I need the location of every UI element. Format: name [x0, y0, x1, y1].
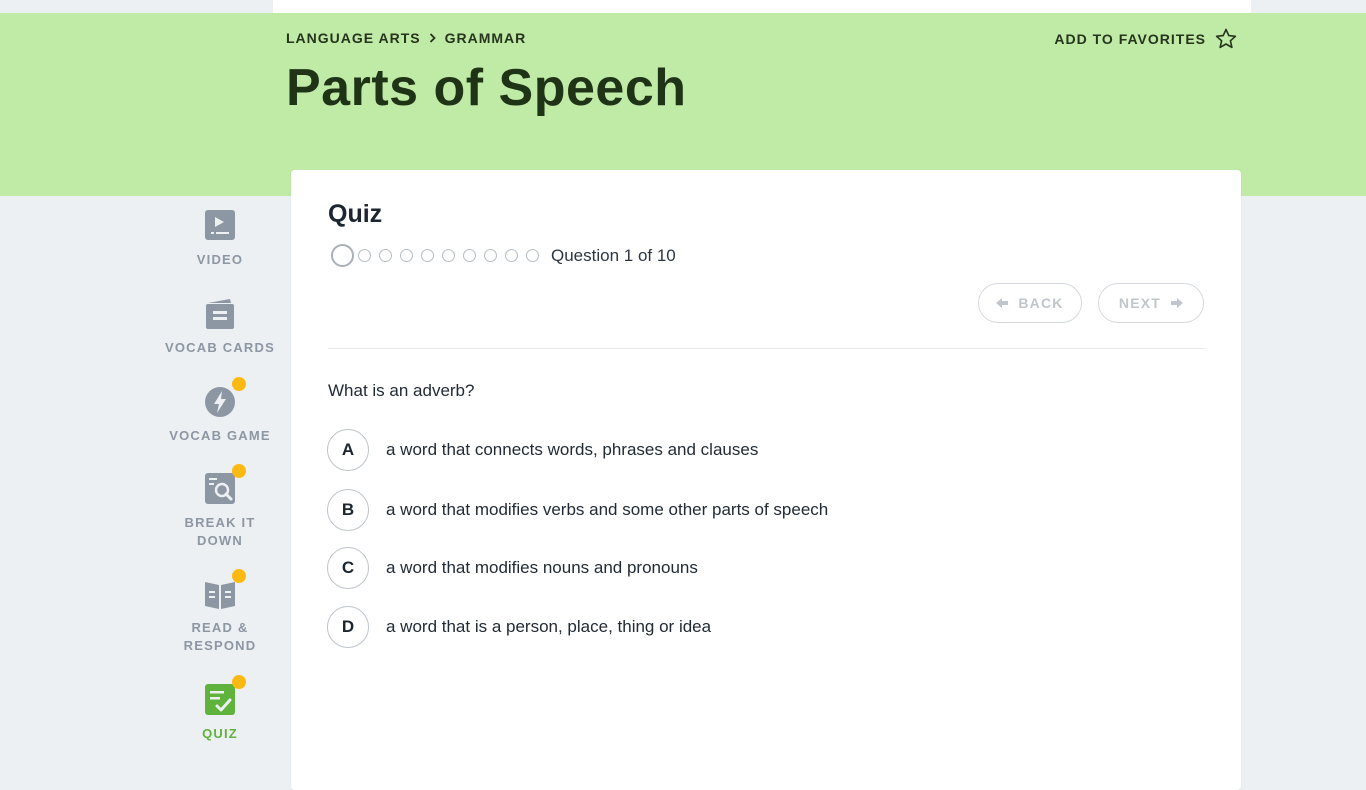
progress-dot[interactable] [331, 244, 354, 267]
breadcrumb-grammar[interactable]: GRAMMAR [445, 30, 527, 46]
option-letter: A [327, 429, 369, 471]
answer-option-c[interactable]: C a word that modifies nouns and pronoun… [327, 547, 698, 589]
lightning-icon [205, 387, 235, 417]
favorites-label: ADD TO FAVORITES [1054, 31, 1206, 47]
sidebar-item-read-and-respond[interactable]: READ & RESPOND [160, 569, 280, 655]
sidebar-label-read-and-respond: READ & RESPOND [183, 620, 257, 653]
option-letter: B [327, 489, 369, 531]
sidebar-label-break-it-down: BREAK IT DOWN [184, 515, 256, 548]
progress-dot[interactable] [505, 249, 518, 262]
progress-dot[interactable] [400, 249, 413, 262]
option-text: a word that is a person, place, thing or… [386, 617, 712, 636]
answer-option-d[interactable]: D a word that is a person, place, thing … [327, 606, 711, 648]
breadcrumb-language-arts[interactable]: LANGUAGE ARTS [286, 30, 421, 46]
sidebar-label-vocab-game: VOCAB GAME [169, 428, 271, 443]
page-title: Parts of Speech [286, 59, 687, 117]
option-letter: C [327, 547, 369, 589]
quiz-title: Quiz [328, 200, 383, 228]
option-text: a word that modifies verbs and some othe… [386, 500, 829, 519]
option-text: a word that modifies nouns and pronouns [386, 558, 698, 577]
sidebar-label-video: VIDEO [196, 252, 244, 267]
sidebar-item-video[interactable]: VIDEO [160, 209, 280, 269]
quiz-card: Quiz Question 1 of 10 BACK NEXT What is … [291, 170, 1241, 790]
arrow-right-icon [1171, 298, 1184, 308]
sidebar-item-vocab-game[interactable]: VOCAB GAME [160, 377, 280, 445]
back-label: BACK [1018, 295, 1064, 311]
top-strip [0, 0, 1366, 13]
answer-option-a[interactable]: A a word that connects words, phrases an… [327, 429, 758, 471]
notification-badge [232, 675, 246, 689]
notification-badge [232, 464, 246, 478]
sidebar-label-vocab-cards: VOCAB CARDS [165, 340, 275, 355]
chevron-right-icon [429, 31, 436, 46]
progress-dot[interactable] [358, 249, 371, 262]
question-counter: Question 1 of 10 [551, 245, 676, 265]
progress-dot[interactable] [526, 249, 539, 262]
vocab-cards-icon [206, 299, 234, 329]
divider [328, 348, 1205, 349]
progress-dot[interactable] [484, 249, 497, 262]
header-banner: LANGUAGE ARTS GRAMMAR Parts of Speech AD… [0, 13, 1366, 196]
option-letter: D [327, 606, 369, 648]
video-icon [205, 210, 235, 240]
progress-dot[interactable] [463, 249, 476, 262]
notification-badge [232, 377, 246, 391]
back-button[interactable]: BACK [978, 283, 1082, 323]
question-progress: Question 1 of 10 [331, 244, 676, 267]
progress-dot[interactable] [421, 249, 434, 262]
progress-dot[interactable] [442, 249, 455, 262]
add-to-favorites-button[interactable]: ADD TO FAVORITES [1054, 27, 1238, 51]
arrow-left-icon [996, 298, 1009, 308]
next-button[interactable]: NEXT [1098, 283, 1204, 323]
breadcrumb: LANGUAGE ARTS GRAMMAR [286, 30, 526, 46]
magnifier-icon [205, 473, 235, 504]
next-label: NEXT [1118, 295, 1162, 311]
top-card-edge [273, 0, 1251, 13]
progress-dot[interactable] [379, 249, 392, 262]
option-text: a word that connects words, phrases and … [386, 440, 759, 459]
quiz-checklist-icon [205, 684, 235, 715]
answer-option-b[interactable]: B a word that modifies verbs and some ot… [327, 489, 828, 531]
sidebar-item-break-it-down[interactable]: BREAK IT DOWN [160, 464, 280, 550]
sidebar-label-quiz: QUIZ [202, 726, 238, 741]
notification-badge [232, 569, 246, 583]
sidebar-item-quiz[interactable]: QUIZ [160, 675, 280, 743]
book-icon [205, 582, 235, 609]
sidebar-item-vocab-cards[interactable]: VOCAB CARDS [160, 297, 280, 357]
question-text: What is an adverb? [328, 381, 475, 400]
star-icon [1215, 28, 1237, 49]
